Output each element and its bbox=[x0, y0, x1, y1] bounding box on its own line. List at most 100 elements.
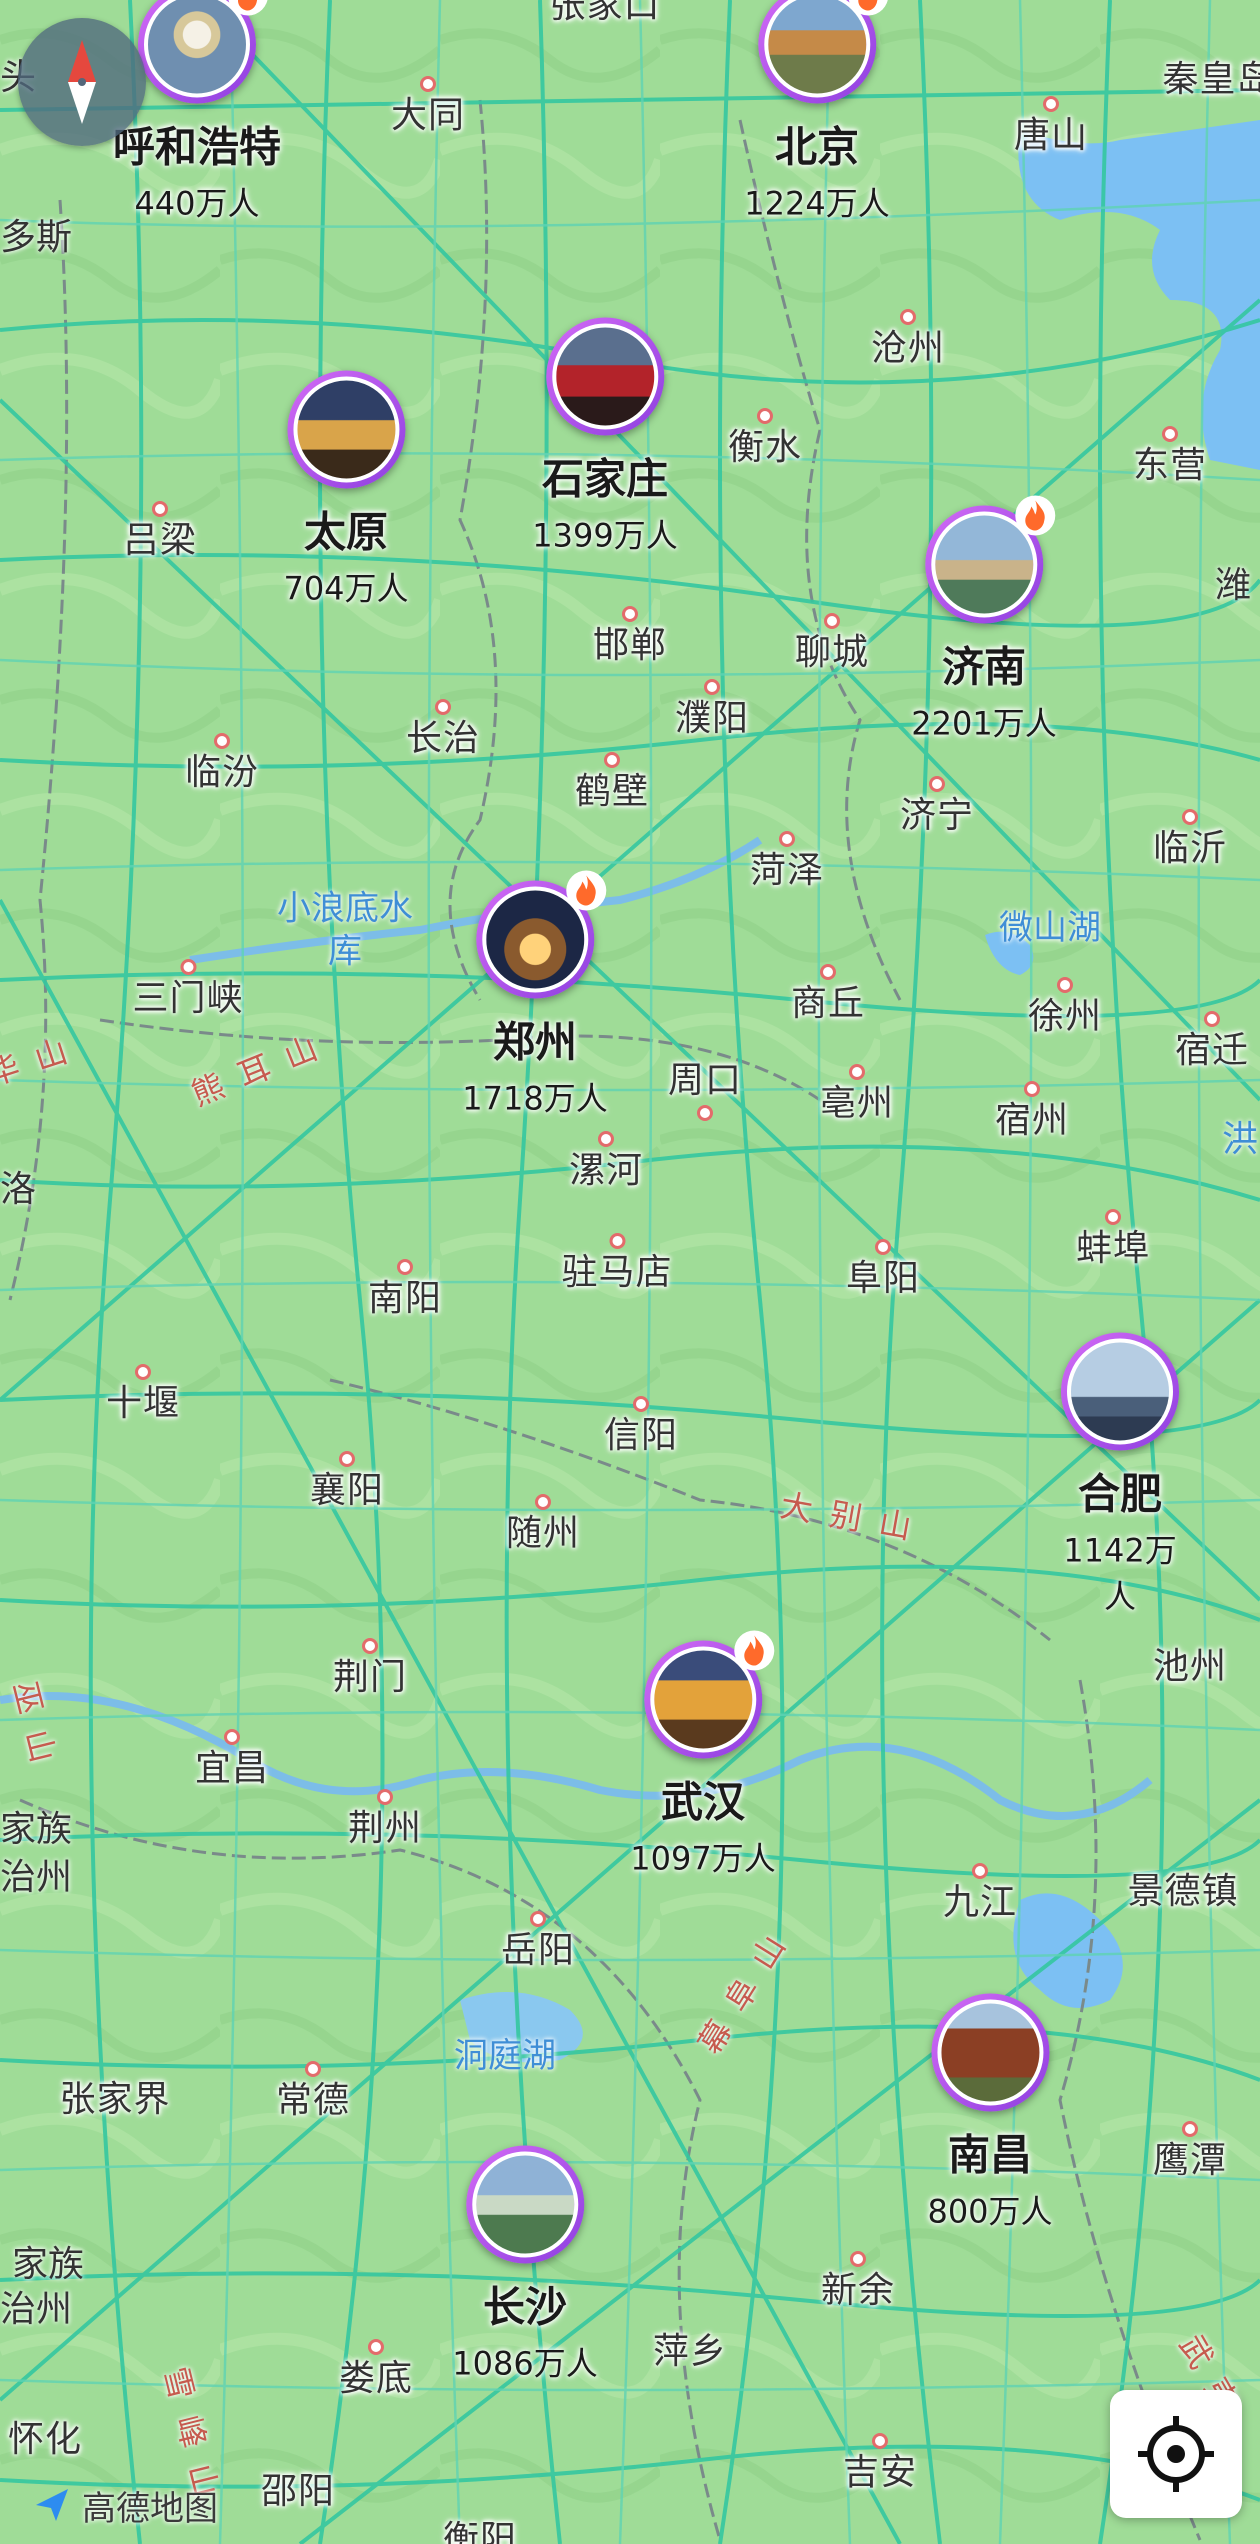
edge-label-prefecture-1b: 治州 bbox=[0, 1857, 73, 1898]
city-label-pingxiang[interactable]: 萍乡 bbox=[653, 2334, 727, 2370]
city-dot bbox=[778, 831, 795, 847]
city-label-hebi[interactable]: 鹤壁 bbox=[575, 752, 649, 810]
city-dot bbox=[971, 1863, 988, 1879]
city-label-bozhou[interactable]: 亳州 bbox=[820, 1064, 894, 1122]
city-label-zhangjiakou[interactable]: 张家口 bbox=[549, 0, 660, 24]
crosshair-locate-icon bbox=[1138, 2416, 1214, 2492]
city-dot bbox=[304, 2061, 321, 2077]
amap-logo-icon bbox=[36, 2489, 68, 2521]
city-label-handan[interactable]: 邯郸 bbox=[593, 606, 667, 664]
city-label-linfen[interactable]: 临汾 bbox=[185, 733, 259, 791]
city-photo-ring bbox=[545, 317, 664, 436]
city-label-jingmen[interactable]: 荆门 bbox=[333, 1638, 407, 1696]
city-label-xuzhou[interactable]: 徐州 bbox=[1028, 977, 1102, 1035]
city-label-puyang[interactable]: 濮阳 bbox=[675, 679, 749, 737]
city-marker-taiyuan[interactable]: 太原 704万人 bbox=[283, 370, 409, 610]
city-label-sanmenxia[interactable]: 三门峡 bbox=[132, 959, 243, 1017]
city-label-bengbu[interactable]: 蚌埠 bbox=[1076, 1209, 1150, 1267]
city-label-zhumadian[interactable]: 驻马店 bbox=[561, 1233, 672, 1291]
city-label-fuyang[interactable]: 阜阳 bbox=[846, 1239, 920, 1297]
city-dot bbox=[396, 1259, 413, 1275]
city-marker-zhengzhou[interactable]: 郑州 1718万人 bbox=[462, 870, 608, 1120]
city-label-heze[interactable]: 菏泽 bbox=[750, 831, 824, 889]
city-label-xiangyang[interactable]: 襄阳 bbox=[310, 1451, 384, 1509]
city-marker-hefei[interactable]: 合肥 1142万人 bbox=[1050, 1332, 1190, 1618]
city-label-yingtan[interactable]: 鹰潭 bbox=[1153, 2121, 1227, 2179]
city-dot bbox=[213, 733, 230, 749]
city-label-changde[interactable]: 常德 bbox=[276, 2061, 350, 2119]
compass-icon bbox=[68, 40, 96, 124]
city-label-jiujiang[interactable]: 九江 bbox=[943, 1863, 1017, 1921]
city-dot bbox=[597, 1131, 614, 1147]
city-marker-jinan[interactable]: 济南 2201万人 bbox=[911, 495, 1057, 745]
city-label-hengshui[interactable]: 衡水 bbox=[728, 408, 802, 466]
city-dot bbox=[1203, 1011, 1220, 1027]
city-label-suizhou[interactable]: 随州 bbox=[506, 1494, 580, 1552]
city-label-lvliang[interactable]: 吕梁 bbox=[123, 501, 197, 559]
hot-fire-icon bbox=[565, 870, 606, 911]
city-label-suqian[interactable]: 宿迁 bbox=[1175, 1011, 1249, 1069]
city-label-chizhou[interactable]: 池州 bbox=[1153, 1649, 1227, 1685]
city-label-jingdezhen[interactable]: 景德镇 bbox=[1127, 1874, 1238, 1910]
city-dot bbox=[756, 408, 773, 424]
city-label-shiyan[interactable]: 十堰 bbox=[106, 1364, 180, 1422]
hot-fire-icon bbox=[1014, 495, 1055, 536]
city-label-linyi[interactable]: 临沂 bbox=[1153, 809, 1227, 867]
city-label-jian[interactable]: 吉安 bbox=[843, 2433, 917, 2491]
city-dot bbox=[1023, 1081, 1040, 1097]
water-label-weishan-lake: 微山湖 bbox=[999, 907, 1101, 948]
city-label-huaihua[interactable]: 怀化 bbox=[8, 2422, 82, 2458]
city-dot bbox=[419, 76, 436, 92]
city-label-datong[interactable]: 大同 bbox=[391, 76, 465, 134]
city-marker-beijing[interactable]: 北京 1224万人 bbox=[744, 0, 890, 225]
city-dot bbox=[223, 1729, 240, 1745]
locate-me-button[interactable] bbox=[1110, 2390, 1242, 2518]
city-marker-shijiazhuang[interactable]: 石家庄 1399万人 bbox=[532, 317, 678, 557]
city-label-suzhou-ah[interactable]: 宿州 bbox=[995, 1081, 1069, 1139]
city-label-qinhuangdao[interactable]: 秦皇岛 bbox=[1162, 62, 1260, 98]
city-label-tangshan[interactable]: 唐山 bbox=[1014, 96, 1088, 154]
city-label-zhangjiajie[interactable]: 张家界 bbox=[59, 2082, 170, 2118]
hot-fire-icon bbox=[848, 0, 888, 16]
city-dot bbox=[928, 776, 945, 792]
city-label-yichang[interactable]: 宜昌 bbox=[195, 1729, 269, 1787]
city-photo-ring bbox=[643, 1630, 774, 1759]
city-dot bbox=[1181, 2121, 1198, 2137]
city-label-zhoukou[interactable]: 周口 bbox=[668, 1063, 742, 1121]
city-label-xinyang[interactable]: 信阳 bbox=[604, 1396, 678, 1454]
city-photo-ring bbox=[465, 2145, 584, 2264]
water-label-dongting-lake: 洞庭湖 bbox=[454, 2035, 556, 2076]
city-label-jingzhou[interactable]: 荆州 bbox=[348, 1789, 422, 1847]
city-label-dongying[interactable]: 东营 bbox=[1133, 426, 1207, 484]
city-label-yueyang[interactable]: 岳阳 bbox=[501, 1911, 575, 1969]
city-label-ordos-partial: 多斯 bbox=[0, 217, 73, 258]
city-marker-changsha[interactable]: 长沙 1086万人 bbox=[452, 2145, 598, 2385]
city-photo bbox=[293, 376, 399, 483]
city-dot bbox=[361, 1638, 378, 1654]
city-label-jining[interactable]: 济宁 bbox=[900, 776, 974, 834]
map-canvas[interactable]: 张家口 大同 唐山 秦皇岛 沧州 衡水 东营 吕梁 邯郸 聊城 濮阳 长治 临汾… bbox=[0, 0, 1260, 2544]
city-label-changzhi[interactable]: 长治 bbox=[406, 699, 480, 757]
city-label-shangqiu[interactable]: 商丘 bbox=[791, 964, 865, 1022]
city-label-hengyang[interactable]: 衡阳 bbox=[443, 2522, 517, 2544]
city-label-shaoyang[interactable]: 邵阳 bbox=[261, 2474, 335, 2510]
city-dot bbox=[823, 613, 840, 629]
city-dot bbox=[899, 309, 916, 325]
city-photo-ring bbox=[924, 495, 1055, 624]
city-photo-ring bbox=[1061, 1332, 1179, 1451]
city-dot bbox=[179, 959, 196, 975]
city-marker-nanchang[interactable]: 南昌 800万人 bbox=[927, 1993, 1053, 2233]
city-label-cangzhou[interactable]: 沧州 bbox=[871, 309, 945, 367]
city-dot bbox=[819, 964, 836, 980]
city-dot bbox=[1181, 809, 1198, 825]
city-label-luohe[interactable]: 漯河 bbox=[569, 1131, 643, 1189]
city-photo-ring bbox=[475, 870, 606, 999]
city-label-loudi[interactable]: 娄底 bbox=[339, 2339, 413, 2397]
city-dot bbox=[1056, 977, 1073, 993]
city-label-nanyang[interactable]: 南阳 bbox=[368, 1259, 442, 1317]
city-marker-wuhan[interactable]: 武汉 1097万人 bbox=[630, 1630, 776, 1880]
city-label-xinyu[interactable]: 新余 bbox=[821, 2251, 895, 2309]
city-photo-ring bbox=[757, 0, 888, 104]
city-label-liaocheng[interactable]: 聊城 bbox=[795, 613, 869, 671]
compass-button[interactable] bbox=[18, 18, 146, 146]
